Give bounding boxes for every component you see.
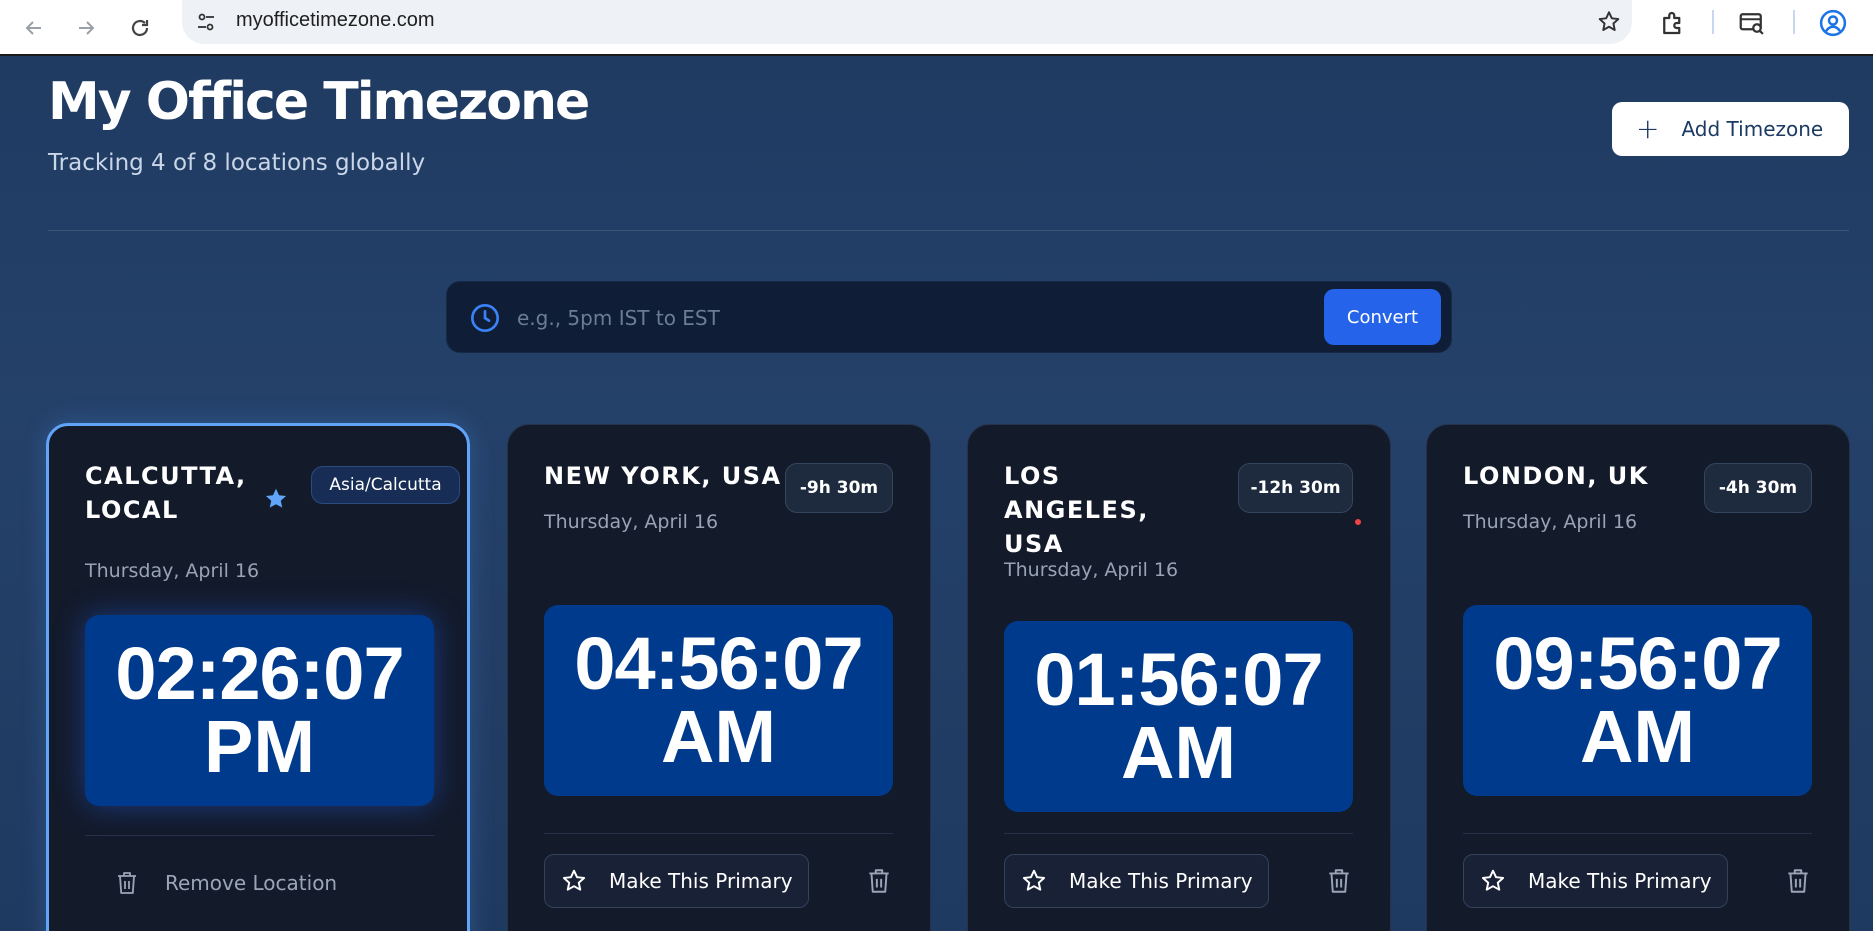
arrow-left-icon [25, 21, 41, 35]
clock-time: 02:26:07 [115, 631, 404, 715]
time-converter: Convert [446, 281, 1452, 353]
star-outline-icon [562, 869, 586, 891]
card-divider [85, 835, 434, 836]
back-button[interactable] [14, 8, 54, 48]
status-dot [1355, 519, 1361, 525]
star-outline-icon [1481, 869, 1505, 891]
timezone-card-los-angeles: Los Angeles, USA -12h 30m Thursday, Apri… [967, 424, 1391, 931]
clock-display: 04:56:07 AM [544, 605, 893, 796]
card-city: New York, USA [544, 462, 782, 490]
page-subtitle: Tracking 4 of 8 locations globally [48, 150, 426, 176]
url-text: myofficetimezone.com [236, 9, 435, 31]
remove-location-button[interactable]: Remove Location [115, 856, 375, 910]
timezone-card-calcutta: Calcutta, Local Asia/Calcutta Thursday, … [46, 423, 470, 931]
browser-toolbar: myofficetimezone.com [0, 0, 1873, 56]
app-page: My Office Timezone Tracking 4 of 8 locat… [0, 56, 1873, 931]
reload-icon [131, 19, 149, 37]
convert-button[interactable]: Convert [1324, 289, 1441, 345]
clock-display: 02:26:07 PM [85, 615, 434, 806]
card-date: Thursday, April 16 [1463, 511, 1638, 533]
site-settings-icon[interactable] [194, 10, 218, 34]
clock-time: 04:56:07 [574, 621, 863, 705]
clock-time: 09:56:07 [1493, 621, 1782, 705]
bookmark-star-icon[interactable] [1596, 9, 1622, 35]
make-primary-button[interactable]: Make This Primary [1463, 854, 1728, 908]
make-primary-label: Make This Primary [1069, 869, 1253, 893]
make-primary-button[interactable]: Make This Primary [1004, 854, 1269, 908]
offset-badge: -4h 30m [1704, 463, 1812, 513]
clock-icon [471, 304, 499, 332]
screen-search-icon[interactable] [1737, 8, 1767, 38]
card-date: Thursday, April 16 [544, 511, 719, 533]
card-divider [1004, 833, 1353, 834]
make-primary-label: Make This Primary [609, 869, 793, 893]
clock-display: 09:56:07 AM [1463, 605, 1812, 796]
forward-button[interactable] [66, 8, 106, 48]
make-primary-button[interactable]: Make This Primary [544, 854, 809, 908]
timezone-card-london: London, UK -4h 30m Thursday, April 16 09… [1426, 424, 1850, 931]
toolbar-separator [1712, 10, 1714, 34]
timezone-card-new-york: New York, USA -9h 30m Thursday, April 16… [507, 424, 931, 931]
add-timezone-button[interactable]: + Add Timezone [1612, 102, 1849, 156]
card-date: Thursday, April 16 [1004, 559, 1179, 581]
card-date: Thursday, April 16 [85, 560, 260, 582]
offset-badge: -12h 30m [1238, 463, 1353, 513]
clock-ampm: AM [1120, 710, 1237, 794]
card-city: Calcutta, Local [85, 462, 247, 524]
extensions-icon[interactable] [1658, 8, 1688, 38]
offset-badge: -9h 30m [785, 463, 893, 513]
card-divider [544, 833, 893, 834]
remove-location-label: Remove Location [165, 871, 338, 895]
delete-trash-icon[interactable] [866, 867, 892, 895]
converter-input[interactable] [517, 296, 1297, 340]
primary-star-icon [265, 488, 287, 508]
clock-ampm: PM [204, 704, 315, 788]
address-bar[interactable]: myofficetimezone.com [182, 0, 1632, 44]
clock-ampm: AM [660, 694, 777, 778]
card-divider [1463, 833, 1812, 834]
card-city: London, UK [1463, 462, 1649, 490]
delete-trash-icon[interactable] [1326, 867, 1352, 895]
clock-ampm: AM [1579, 694, 1696, 778]
page-title: My Office Timezone [48, 72, 590, 132]
make-primary-label: Make This Primary [1528, 869, 1712, 893]
toolbar-separator [1793, 10, 1795, 34]
arrow-right-icon [79, 21, 95, 35]
reload-button[interactable] [120, 8, 160, 48]
trash-icon [118, 872, 136, 894]
profile-icon[interactable] [1818, 8, 1848, 38]
delete-trash-icon[interactable] [1785, 867, 1811, 895]
star-outline-icon [1022, 869, 1046, 891]
card-city: Los Angeles, USA [1004, 462, 1149, 558]
clock-display: 01:56:07 AM [1004, 621, 1353, 812]
header-divider [48, 230, 1849, 231]
clock-time: 01:56:07 [1034, 637, 1323, 721]
timezone-badge: Asia/Calcutta [311, 466, 460, 504]
plus-icon: + [1636, 112, 1660, 145]
add-timezone-label: Add Timezone [1681, 117, 1824, 141]
